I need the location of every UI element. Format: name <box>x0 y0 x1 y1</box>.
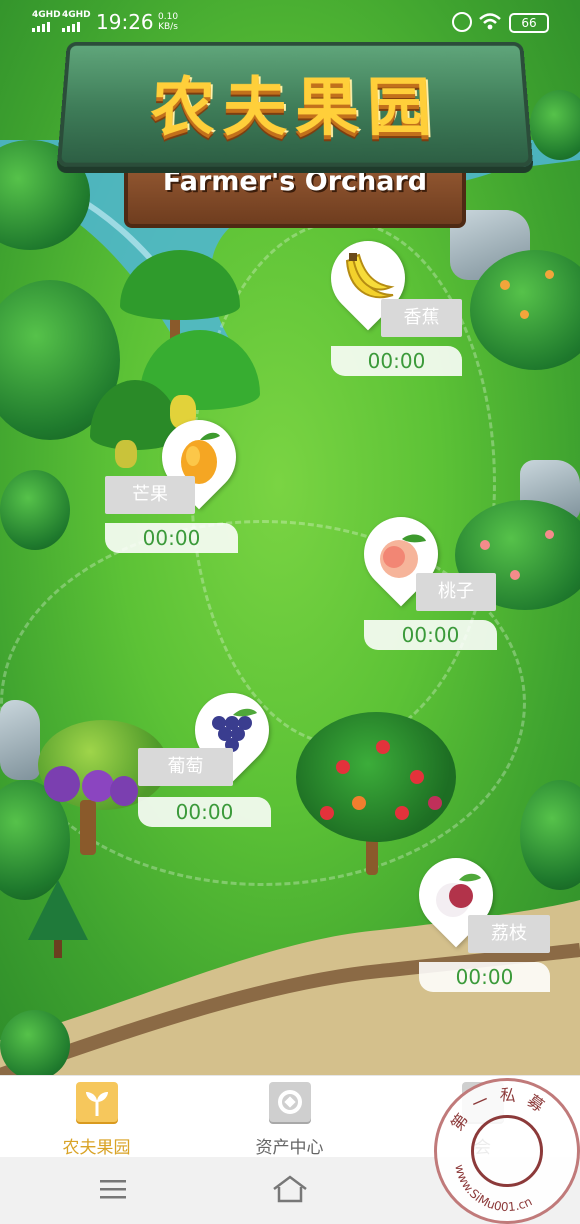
lychee-fruit <box>336 760 350 774</box>
battery-icon: 66 <box>509 13 549 33</box>
tab-label: 农夫果园 <box>62 1138 131 1158</box>
fruit-timer: 00:00 <box>138 797 271 827</box>
grape-cluster <box>82 770 114 802</box>
signal-icon <box>62 22 82 32</box>
banner-title: 农夫果园 <box>148 70 442 146</box>
title-banner: 农夫果园 <box>56 41 534 167</box>
lychee-fruit <box>320 806 334 820</box>
menu-icon[interactable] <box>98 1177 128 1201</box>
lychee-fruit <box>410 770 424 784</box>
fruit-dot <box>545 530 554 539</box>
watermark-logo <box>471 1115 543 1187</box>
fruit-marker-peach[interactable]: 桃子 00:00 <box>348 501 497 650</box>
fruit-name: 葡萄 <box>138 748 233 786</box>
network-label: 4GHD <box>62 10 91 20</box>
lychee-fruit <box>376 740 390 754</box>
lychee-foliage <box>296 712 456 842</box>
fruit-timer: 00:00 <box>419 962 550 992</box>
lychee-fruit <box>395 806 409 820</box>
fruit-timer: 00:00 <box>105 523 238 553</box>
fruit-marker-mango[interactable]: 芒果 00:00 <box>105 404 252 553</box>
pine-tree <box>28 880 88 958</box>
bush <box>0 470 70 550</box>
banner-subtitle: Farmer's Orchard <box>162 166 428 197</box>
bush <box>0 1010 70 1075</box>
fruit-marker-lychee[interactable]: 荔枝 00:00 <box>403 842 550 992</box>
speed-unit: KB/s <box>158 22 178 32</box>
alarm-icon <box>452 12 472 32</box>
fruit-dot <box>545 270 554 279</box>
fruit-dot <box>500 280 510 290</box>
signal-icon <box>32 22 52 32</box>
tab-label: 资产中心 <box>255 1138 324 1158</box>
status-bar: 4GHD 4GHD 19:26 0.10 KB/s 66 <box>0 0 580 44</box>
wifi-icon <box>479 13 501 30</box>
fruit-name: 芒果 <box>105 476 195 514</box>
asset-icon <box>269 1082 311 1122</box>
tab-assets[interactable]: 资产中心 <box>193 1076 386 1158</box>
fruit-dot <box>510 570 520 580</box>
fruit-marker-grape[interactable]: 葡萄 00:00 <box>138 677 285 827</box>
fruit-name: 桃子 <box>416 573 496 611</box>
fruit-marker-banana[interactable]: 香蕉 00:00 <box>315 225 462 376</box>
watermark-seal: 第一私募 www.SiMu001.cn <box>434 1078 580 1224</box>
vine-trunk <box>80 800 96 855</box>
lychee-fruit <box>428 796 442 810</box>
fruit-timer: 00:00 <box>331 346 462 376</box>
fruit-name: 荔枝 <box>468 915 550 953</box>
tab-orchard[interactable]: 农夫果园 <box>0 1076 193 1158</box>
rock <box>0 700 40 780</box>
network-speed: 0.10 KB/s <box>158 12 178 32</box>
speed-value: 0.10 <box>158 12 179 22</box>
fruit-timer: 00:00 <box>364 620 497 650</box>
home-icon[interactable] <box>270 1173 310 1205</box>
fruit-name: 香蕉 <box>381 299 462 337</box>
clock: 19:26 <box>96 10 154 34</box>
lychee-fruit <box>352 796 366 810</box>
network-label: 4GHD <box>32 10 61 20</box>
fruit-dot <box>520 310 529 319</box>
grape-cluster <box>44 766 80 802</box>
sprout-icon <box>76 1082 118 1122</box>
grape-cluster <box>110 776 138 806</box>
